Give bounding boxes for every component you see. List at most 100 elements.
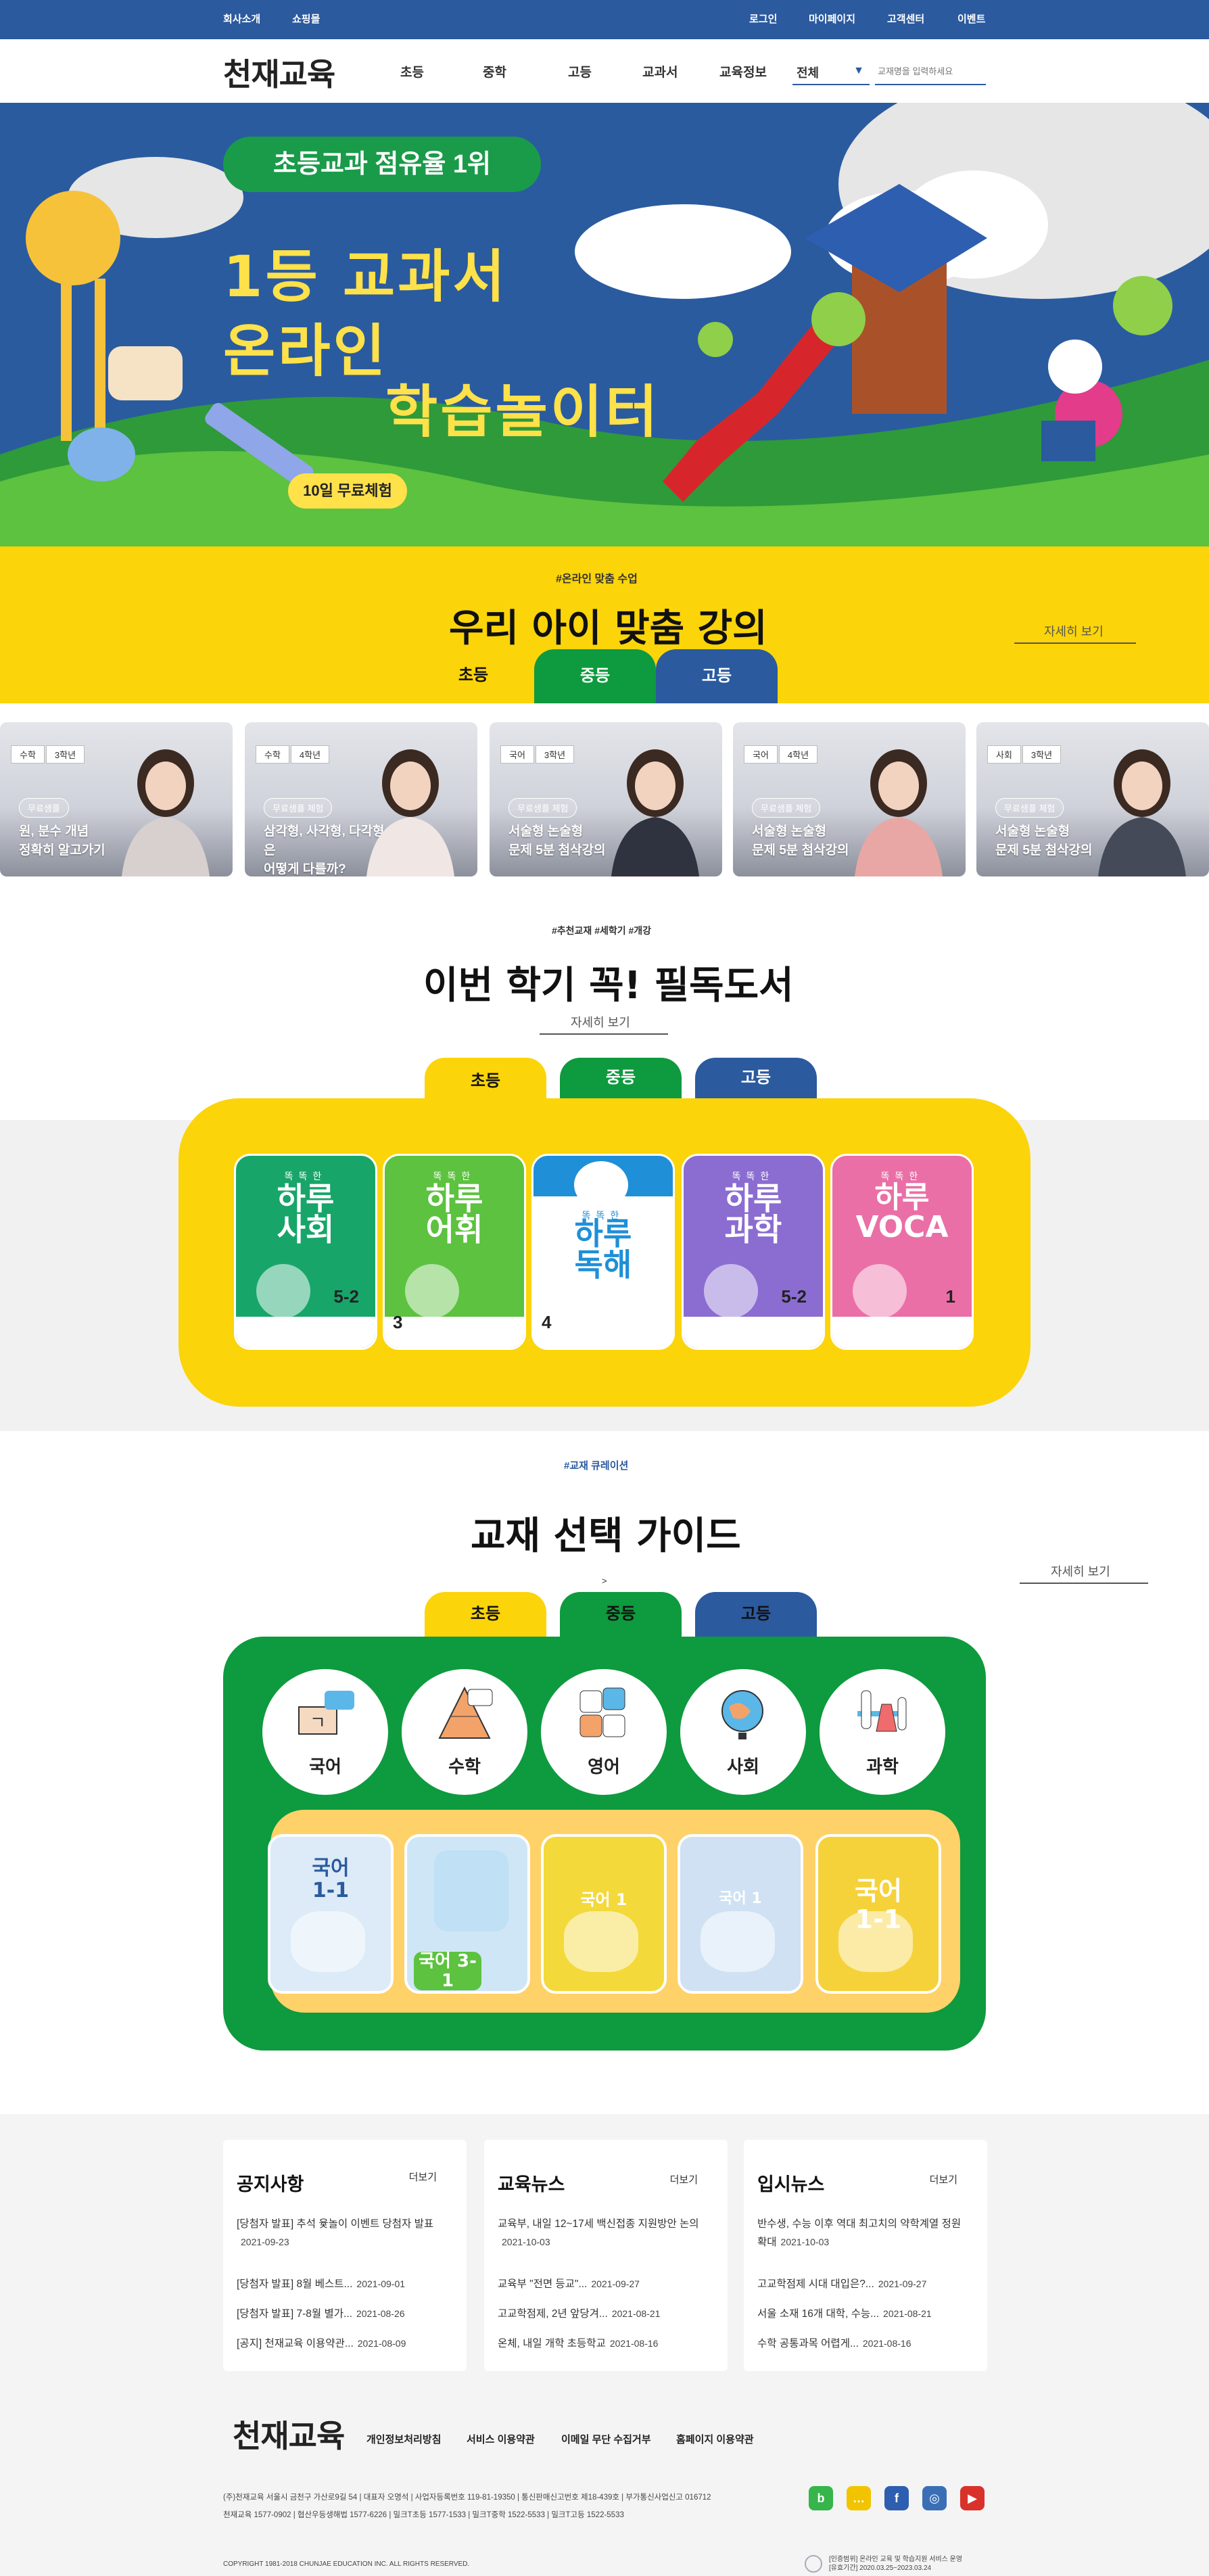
news-item[interactable]: 서울 소재 16개 대학, 수능... 2021-08-21 xyxy=(757,2305,967,2323)
lecture-tab-elementary[interactable]: 초등 xyxy=(433,648,514,703)
cover-illustration xyxy=(701,1911,775,1972)
news-item[interactable]: [당첨자 발표] 8월 베스트... 2021-09-01 xyxy=(237,2275,446,2293)
hero-title-line3: 학습놀이터 xyxy=(385,379,661,445)
lecture-card[interactable]: 수학 3학년 무료샘플 원, 분수 개념 정확히 알고가기 xyxy=(0,722,233,876)
email-refuse-link[interactable]: 이메일 무단 수집거부 xyxy=(561,2432,651,2446)
lecture-card[interactable]: 국어 3학년 무료샘플 체험 서술형 논술형 문제 5분 첨삭강의 xyxy=(490,722,722,876)
logo-text: 천재교육 xyxy=(223,56,335,93)
guide-book-title: 국어 1 xyxy=(719,1890,762,1907)
book-cover[interactable]: 똑똑한 하루 과학 5-2 xyxy=(682,1154,825,1350)
lecture-card-tags: 국어 4학년 xyxy=(744,745,819,764)
search-category-select[interactable]: 전체 ▼ xyxy=(792,58,870,85)
instagram-icon[interactable]: ◎ xyxy=(922,2486,947,2510)
book-title: 하루 사회 xyxy=(277,1180,335,1248)
guide-tab-high[interactable]: 고등 xyxy=(695,1592,817,1637)
subject-abc-blocks[interactable]: 영어 xyxy=(541,1669,667,1795)
nav-high[interactable]: 고등 xyxy=(568,62,592,80)
more-underline xyxy=(540,1033,668,1035)
free-sample-pill: 무료샘플 체험 xyxy=(995,798,1064,818)
news-item-date: 2021-09-27 xyxy=(878,2278,927,2289)
kakaotalk-icon[interactable]: … xyxy=(847,2486,871,2510)
news-item[interactable]: [당첨자 발표] 추석 윷놀이 이벤트 당첨자 발표 2021-09-23 xyxy=(237,2216,446,2251)
lecture-tab-middle[interactable]: 중등 xyxy=(534,649,656,703)
books-tab-high[interactable]: 고등 xyxy=(695,1058,817,1098)
guide-book-title: 국어 1 xyxy=(580,1890,627,1909)
logo[interactable]: 천재교육 xyxy=(223,50,335,95)
company-intro-link[interactable]: 회사소개 xyxy=(223,0,260,39)
subject-korean-book[interactable]: ㄱ 국어 xyxy=(262,1669,388,1795)
news-item-title: 수학 공통과목 어렵게... xyxy=(757,2338,859,2349)
mypage-link[interactable]: 마이페이지 xyxy=(809,0,855,39)
news-item[interactable]: [공지] 천재교육 이용약관... 2021-08-09 xyxy=(237,2335,446,2353)
subject-math-triangle[interactable]: 수학 xyxy=(402,1669,527,1795)
news-item[interactable]: 고교학점제, 2년 앞당겨... 2021-08-21 xyxy=(498,2305,707,2323)
lecture-more-link[interactable]: 자세히 보기 xyxy=(1044,622,1104,640)
book-cover[interactable]: 똑똑한 하루 독해 4 xyxy=(531,1154,675,1350)
lecture-card-tags: 수학 3학년 xyxy=(11,745,86,764)
instructor-photo xyxy=(1098,749,1186,876)
news-item[interactable]: 고교학점제 시대 대입은?... 2021-09-27 xyxy=(757,2275,967,2293)
books-title: 이번 학기 꼭! 필독도서 xyxy=(423,964,794,1008)
news-item-date: 2021-10-03 xyxy=(780,2237,830,2247)
lecture-card[interactable]: 국어 4학년 무료샘플 체험 서술형 논술형 문제 5분 첨삭강의 xyxy=(733,722,966,876)
shop-link[interactable]: 쇼핑몰 xyxy=(292,0,320,39)
news-item[interactable]: 교육부 "전면 등교"... 2021-09-27 xyxy=(498,2275,707,2293)
book-cover[interactable]: 똑똑한 하루 VOCA 1 xyxy=(830,1154,974,1350)
news-card: 공지사항 더보기 [당첨자 발표] 추석 윷놀이 이벤트 당첨자 발표 2021-09… xyxy=(223,2140,467,2371)
event-link[interactable]: 이벤트 xyxy=(957,0,985,39)
nav-elementary[interactable]: 초등 xyxy=(400,62,424,80)
news-item[interactable]: 온체, 내일 개학 초등학교 2021-08-16 xyxy=(498,2335,707,2353)
news-item-title: [공지] 천재교육 이용약관... xyxy=(237,2338,354,2349)
subject-flask[interactable]: 과학 xyxy=(820,1669,945,1795)
more-underline xyxy=(1020,1583,1148,1584)
lecture-card[interactable]: 수학 4학년 무료샘플 체험 삼각형, 사각형, 다각형은 어떻게 다를까? xyxy=(245,722,477,876)
lecture-tab-high[interactable]: 고등 xyxy=(656,649,778,703)
site-terms-link[interactable]: 홈페이지 이용약관 xyxy=(676,2432,754,2446)
news-item[interactable]: 반수생, 수능 이후 역대 최고치의 약학계열 정원 확대 2021-10-03 xyxy=(757,2216,967,2251)
news-item[interactable]: [당첨자 발표] 7-8월 별가... 2021-08-26 xyxy=(237,2305,446,2323)
book-cover[interactable]: 똑똑한 하루 어휘 3 xyxy=(383,1154,526,1350)
nav-edu-info[interactable]: 교육정보 xyxy=(719,62,767,80)
lecture-card[interactable]: 사회 3학년 무료샘플 체험 서술형 논술형 문제 5분 첨삭강의 xyxy=(976,722,1209,876)
news-item[interactable]: 교육부, 내일 12~17세 백신접종 지원방안 논의 2021-10-03 xyxy=(498,2216,707,2251)
guide-book-cover[interactable]: 국어 1-1 xyxy=(268,1834,394,1994)
news-card: 교육뉴스 더보기 교육부, 내일 12~17세 백신접종 지원방안 논의 2021-1… xyxy=(484,2140,728,2371)
guide-book-cover[interactable]: 국어 1 xyxy=(678,1834,803,1994)
news-card: 입시뉴스 더보기 반수생, 수능 이후 역대 최고치의 약학계열 정원 확대 2021… xyxy=(744,2140,987,2371)
youtube-icon[interactable]: ▶ xyxy=(960,2486,985,2510)
news-more-link[interactable]: 더보기 xyxy=(409,2170,437,2184)
subject-tag: 국어 xyxy=(744,745,778,764)
news-item-date: 2021-08-16 xyxy=(609,2338,659,2349)
book-cover[interactable]: 똑똑한 하루 사회 5-2 xyxy=(234,1154,377,1350)
subject-tag: 수학 xyxy=(256,745,289,764)
customer-center-link[interactable]: 고객센터 xyxy=(887,0,924,39)
guide-tab-elementary[interactable]: 초등 xyxy=(425,1592,546,1637)
free-sample-pill: 무료샘플 체험 xyxy=(752,798,821,818)
facebook-icon[interactable]: f xyxy=(884,2486,909,2510)
guide-marker: > xyxy=(602,1576,607,1586)
terms-link[interactable]: 서비스 이용약관 xyxy=(467,2432,535,2446)
search-input[interactable] xyxy=(875,58,986,85)
instructor-photo xyxy=(611,749,699,876)
free-trial-button[interactable]: 10일 무료체험 xyxy=(288,473,407,509)
guide-book-cover[interactable]: 국어 1-1 xyxy=(815,1834,941,1994)
nav-middle[interactable]: 중학 xyxy=(483,62,506,80)
login-link[interactable]: 로그인 xyxy=(749,0,777,39)
hero-banner[interactable]: 초등교과 점유율 1위 1등 교과서 온라인 학습놀이터 10일 무료체험 xyxy=(0,103,1209,546)
privacy-policy-link[interactable]: 개인정보처리방침 xyxy=(366,2432,441,2446)
guide-tab-middle[interactable]: 중등 xyxy=(560,1592,682,1641)
news-more-link[interactable]: 더보기 xyxy=(930,2172,957,2186)
news-more-link[interactable]: 더보기 xyxy=(670,2172,698,2186)
mascot-illustration xyxy=(256,1264,310,1318)
news-item[interactable]: 수학 공통과목 어렵게... 2021-08-16 xyxy=(757,2335,967,2353)
main-navigation: 천재교육 초등 중학 고등 교과서 교육정보 전체 ▼ xyxy=(0,39,1209,103)
guide-book-cover[interactable]: 국어 1 xyxy=(541,1834,667,1994)
nav-textbook[interactable]: 교과서 xyxy=(642,62,678,80)
books-tab-middle[interactable]: 중등 xyxy=(560,1058,682,1098)
blog-icon[interactable]: b xyxy=(809,2486,833,2510)
footer-logo[interactable]: 천재교육 xyxy=(233,2412,345,2456)
guide-book-cover[interactable]: 국어 3-1 xyxy=(404,1834,530,1994)
books-more-link[interactable]: 자세히 보기 xyxy=(571,1013,630,1031)
subject-globe[interactable]: 사회 xyxy=(680,1669,806,1795)
guide-more-link[interactable]: 자세히 보기 xyxy=(1051,1562,1110,1580)
